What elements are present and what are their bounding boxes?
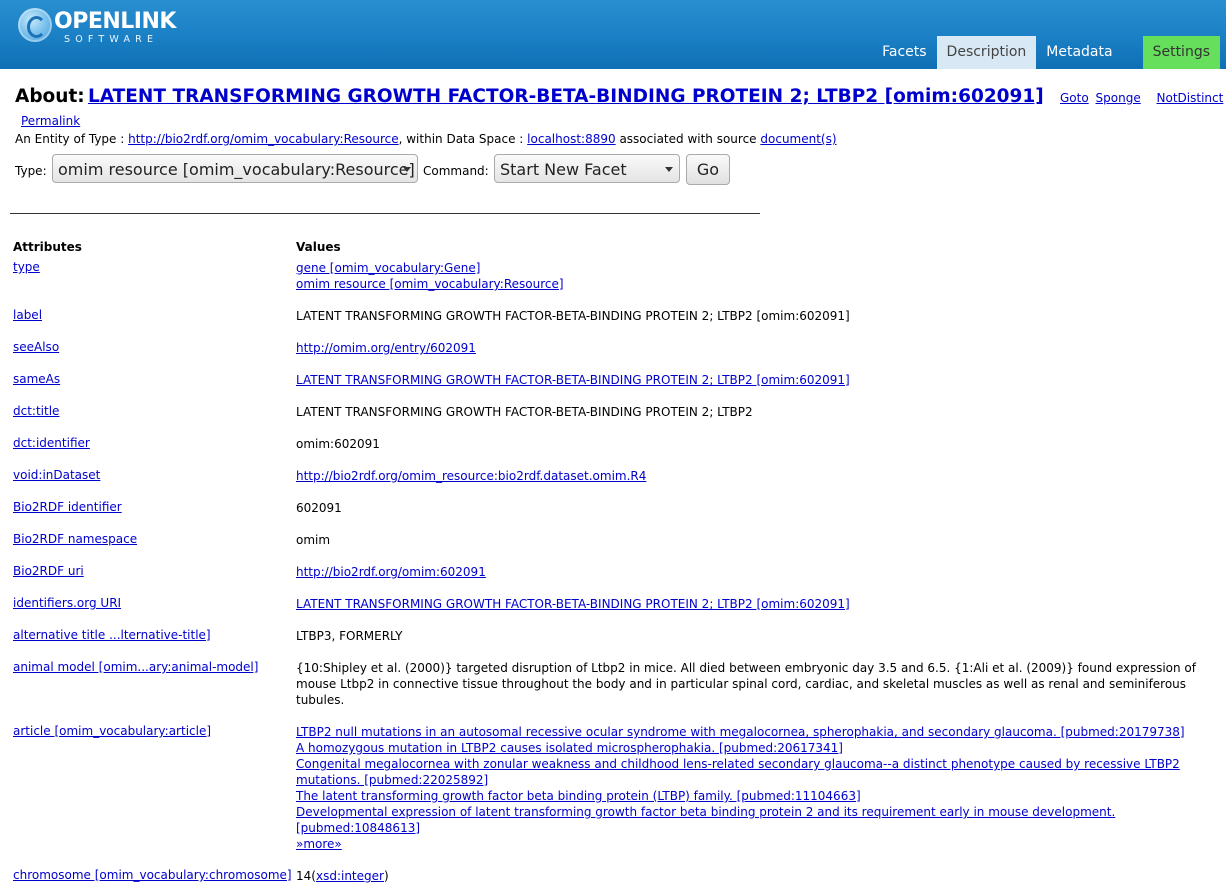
value-link[interactable]: LTBP2 null mutations in an autosomal rec… [296, 724, 1216, 740]
type-select-value: omim resource [omim_vocabulary:Resource] [58, 160, 415, 179]
attribute-link[interactable]: animal model [omim...ary:animal-model] [13, 660, 293, 674]
source-documents-link[interactable]: document(s) [760, 132, 836, 146]
attribute-link[interactable]: Bio2RDF identifier [13, 500, 293, 514]
logo-brand-text: OPENLINK [54, 9, 176, 34]
attribute-link[interactable]: alternative title ...lternative-title] [13, 628, 293, 642]
goto-link[interactable]: Goto [1060, 91, 1089, 105]
datatype-link[interactable]: xsd:integer [316, 869, 384, 883]
attribute-link[interactable]: seeAlso [13, 340, 293, 354]
attributes-header: Attributes [13, 240, 82, 254]
attribute-link[interactable]: Bio2RDF uri [13, 564, 293, 578]
value-link[interactable]: Developmental expression of latent trans… [296, 804, 1216, 836]
value-link[interactable]: Congenital megalocornea with zonular wea… [296, 756, 1216, 788]
main-tabs: Facets Description Metadata Settings [872, 36, 1220, 69]
openlink-logo[interactable]: OPENLINK SOFTWARE [18, 6, 176, 48]
value-link[interactable]: http://bio2rdf.org/omim_resource:bio2rdf… [296, 468, 1216, 484]
value-text: LATENT TRANSFORMING GROWTH FACTOR-BETA-B… [296, 405, 753, 419]
entity-type-line: An Entity of Type : http://bio2rdf.org/o… [15, 132, 837, 146]
value-link[interactable]: omim resource [omim_vocabulary:Resource] [296, 276, 1216, 292]
value-link[interactable]: A homozygous mutation in LTBP2 causes is… [296, 740, 1216, 756]
tab-settings[interactable]: Settings [1142, 36, 1220, 69]
attribute-link[interactable]: dct:title [13, 404, 293, 418]
value-text: 14 [296, 869, 312, 883]
tab-description[interactable]: Description [936, 36, 1037, 69]
logo-sub-text: SOFTWARE [64, 34, 159, 45]
value-link[interactable]: http://omim.org/entry/602091 [296, 340, 1216, 356]
value-text: {10:Shipley et al. (2000)} targeted disr… [296, 661, 1196, 707]
datatype-close: ) [383, 869, 389, 883]
divider [10, 213, 760, 214]
about-label: About: [15, 86, 85, 107]
value-link[interactable]: gene [omim_vocabulary:Gene] [296, 260, 1216, 276]
tab-metadata[interactable]: Metadata [1036, 36, 1122, 69]
notdistinct-link[interactable]: NotDistinct [1157, 91, 1224, 105]
attribute-link[interactable]: type [13, 260, 293, 274]
page-title-link[interactable]: LATENT TRANSFORMING GROWTH FACTOR-BETA-B… [88, 86, 1044, 107]
permalink-link[interactable]: Permalink [21, 114, 80, 128]
value-text: omim [296, 533, 331, 547]
value-link[interactable]: http://bio2rdf.org/omim:602091 [296, 564, 1216, 580]
go-button[interactable]: Go [686, 154, 730, 185]
values-header: Values [296, 240, 341, 254]
attribute-link[interactable]: label [13, 308, 293, 322]
command-select-value: Start New Facet [500, 160, 627, 179]
entity-prefix: An Entity of Type : [15, 132, 129, 146]
type-select[interactable]: omim resource [omim_vocabulary:Resource] [52, 154, 418, 183]
value-text: LATENT TRANSFORMING GROWTH FACTOR-BETA-B… [296, 309, 850, 323]
tab-facets[interactable]: Facets [872, 36, 936, 69]
command-select[interactable]: Start New Facet [494, 154, 680, 183]
value-link[interactable]: LATENT TRANSFORMING GROWTH FACTOR-BETA-B… [296, 596, 1216, 612]
chevron-down-icon [403, 167, 411, 172]
chevron-down-icon [665, 167, 673, 172]
page-title-row: About: LATENT TRANSFORMING GROWTH FACTOR… [15, 86, 1226, 110]
entity-suffix: associated with source [615, 132, 761, 146]
attribute-link[interactable]: chromosome [omim_vocabulary:chromosome] [13, 868, 293, 882]
entity-type-link[interactable]: http://bio2rdf.org/omim_vocabulary:Resou… [128, 132, 399, 146]
attribute-link[interactable]: identifiers.org URI [13, 596, 293, 610]
data-space-link[interactable]: localhost:8890 [527, 132, 615, 146]
command-label: Command: [423, 164, 489, 178]
value-link[interactable]: The latent transforming growth factor be… [296, 788, 1216, 804]
value-text: LTBP3, FORMERLY [296, 629, 403, 643]
header-bar: OPENLINK SOFTWARE Facets Description Met… [0, 0, 1226, 69]
attribute-link[interactable]: article [omim_vocabulary:article] [13, 724, 293, 738]
type-label: Type: [15, 164, 47, 178]
top-links: Goto Sponge NotDistinct [1060, 91, 1226, 105]
attribute-link[interactable]: sameAs [13, 372, 293, 386]
more-link[interactable]: »more» [296, 836, 1216, 852]
value-text: omim:602091 [296, 437, 380, 451]
sponge-link[interactable]: Sponge [1096, 91, 1141, 105]
openlink-logo-icon [18, 8, 52, 42]
value-link[interactable]: LATENT TRANSFORMING GROWTH FACTOR-BETA-B… [296, 372, 1216, 388]
entity-mid: , within Data Space : [398, 132, 528, 146]
attribute-link[interactable]: dct:identifier [13, 436, 293, 450]
attribute-link[interactable]: Bio2RDF namespace [13, 532, 293, 546]
attribute-link[interactable]: void:inDataset [13, 468, 293, 482]
value-text: 602091 [296, 501, 342, 515]
